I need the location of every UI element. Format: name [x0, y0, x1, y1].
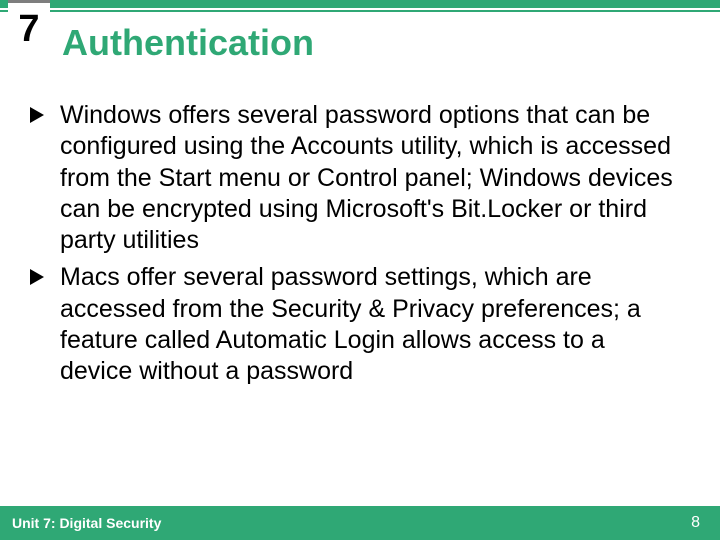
footer-bar: Unit 7: Digital Security 8	[0, 506, 720, 540]
bullet-arrow-icon	[30, 269, 44, 285]
top-thin-bar	[0, 10, 720, 12]
slide: 7 Authentication Windows offers several …	[0, 0, 720, 540]
top-accent-bar	[0, 0, 720, 8]
chapter-number-box: 7	[8, 0, 50, 55]
page-number: 8	[691, 514, 700, 532]
page-title: Authentication	[62, 22, 314, 64]
content-area: Windows offers several password options …	[30, 100, 680, 393]
chapter-number: 7	[18, 10, 39, 48]
list-item: Windows offers several password options …	[30, 100, 680, 256]
list-item: Macs offer several password settings, wh…	[30, 262, 680, 387]
footer-unit-label: Unit 7: Digital Security	[12, 515, 161, 531]
bullet-text: Macs offer several password settings, wh…	[60, 263, 641, 385]
bullet-arrow-icon	[30, 107, 44, 123]
bullet-text: Windows offers several password options …	[60, 101, 673, 254]
